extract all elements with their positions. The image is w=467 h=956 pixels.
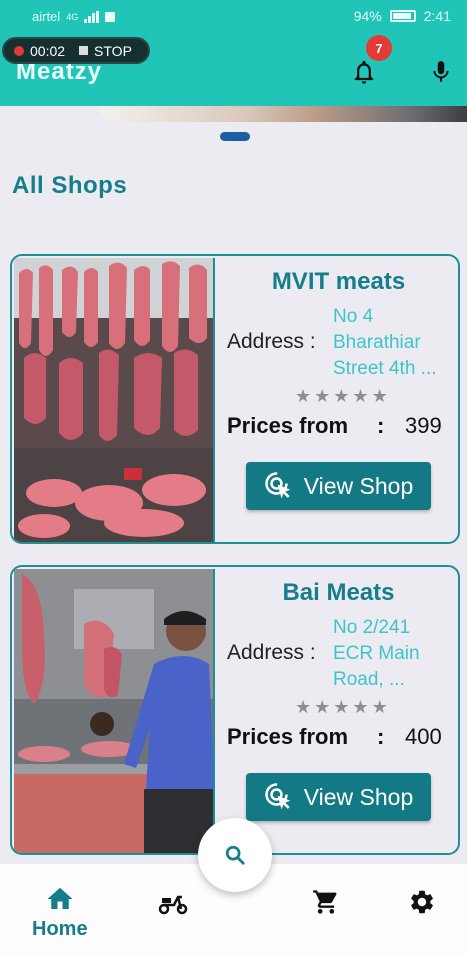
tap-cursor-icon xyxy=(264,472,290,499)
address-value: No 2/241 ECR Main Road, ... xyxy=(333,617,420,690)
shop-card[interactable]: MVIT meats Address : No 4 Bharathiar Str… xyxy=(10,254,460,544)
view-shop-label: View Shop xyxy=(303,472,414,499)
stop-recording-label[interactable]: STOP xyxy=(94,43,132,59)
star-icon: ★ xyxy=(333,697,350,717)
carrier-name: airtel xyxy=(32,9,61,24)
mic-icon[interactable] xyxy=(428,58,454,86)
recording-time: 00:02 xyxy=(30,42,66,59)
view-shop-button[interactable]: View Shop xyxy=(246,462,431,510)
price-value: 400 xyxy=(405,724,442,749)
scooter-icon xyxy=(158,895,188,915)
price-separator: : xyxy=(377,724,385,749)
rating-stars: ★ ★ ★ ★ ★ xyxy=(295,386,388,407)
view-shop-button[interactable]: View Shop xyxy=(246,773,431,821)
stop-icon xyxy=(79,46,89,55)
shop-photo xyxy=(14,258,215,542)
star-icon: ★ xyxy=(371,697,388,717)
shop-name[interactable]: MVIT meats xyxy=(217,268,458,296)
shop-info: Bai Meats Address : No 2/241 ECR Main Ro… xyxy=(217,567,458,853)
screen-recording-indicator[interactable]: 00:02 STOP xyxy=(2,37,150,64)
address-value: No 4 Bharathiar Street 4th ... xyxy=(333,306,437,379)
signal-icon xyxy=(84,10,100,23)
network-type: 4G xyxy=(66,11,79,22)
record-dot-icon xyxy=(14,45,24,56)
price-value: 399 xyxy=(405,413,442,438)
tap-cursor-icon xyxy=(264,783,290,810)
nav-item-cart[interactable] xyxy=(312,888,340,916)
shop-photo xyxy=(14,569,215,853)
star-icon: ★ xyxy=(352,697,369,717)
status-bar: airtel 4G 94% 2:41 xyxy=(0,0,467,34)
address-label: Address : xyxy=(227,641,316,664)
section-title: All Shops xyxy=(12,172,128,199)
gear-icon xyxy=(411,890,433,914)
nav-item-settings[interactable] xyxy=(408,888,436,916)
nav-label-home: Home xyxy=(32,918,88,940)
star-icon: ★ xyxy=(295,697,312,717)
drag-handle[interactable] xyxy=(220,132,250,141)
shop-card[interactable]: Bai Meats Address : No 2/241 ECR Main Ro… xyxy=(10,565,460,855)
star-icon: ★ xyxy=(352,386,369,406)
status-left: airtel 4G xyxy=(32,9,116,24)
star-icon: ★ xyxy=(295,386,312,406)
battery-icon xyxy=(389,10,416,22)
price-label: Prices from xyxy=(227,724,349,749)
nav-item-home[interactable]: Home xyxy=(32,884,88,941)
hero-banner-image xyxy=(100,106,467,122)
shop-info: MVIT meats Address : No 4 Bharathiar Str… xyxy=(217,256,458,542)
clock: 2:41 xyxy=(423,8,451,24)
star-icon: ★ xyxy=(333,386,350,406)
address-label: Address : xyxy=(227,330,316,353)
nav-item-delivery[interactable] xyxy=(158,890,188,916)
cart-icon xyxy=(313,890,337,914)
status-right: 94% 2:41 xyxy=(354,8,451,24)
view-shop-label: View Shop xyxy=(303,783,414,810)
bell-icon[interactable] xyxy=(350,58,378,86)
price-separator: : xyxy=(377,413,385,438)
search-icon xyxy=(225,845,245,865)
battery-percent: 94% xyxy=(353,8,382,24)
star-icon: ★ xyxy=(314,386,331,406)
rating-stars: ★ ★ ★ ★ ★ xyxy=(295,697,388,718)
home-icon xyxy=(47,887,73,909)
shop-name[interactable]: Bai Meats xyxy=(217,579,458,607)
notification-icon xyxy=(105,11,116,22)
star-icon: ★ xyxy=(371,386,388,406)
notification-count-badge: 7 xyxy=(366,35,392,61)
star-icon: ★ xyxy=(314,697,331,717)
search-fab-button[interactable] xyxy=(198,818,272,892)
price-label: Prices from xyxy=(227,413,349,438)
